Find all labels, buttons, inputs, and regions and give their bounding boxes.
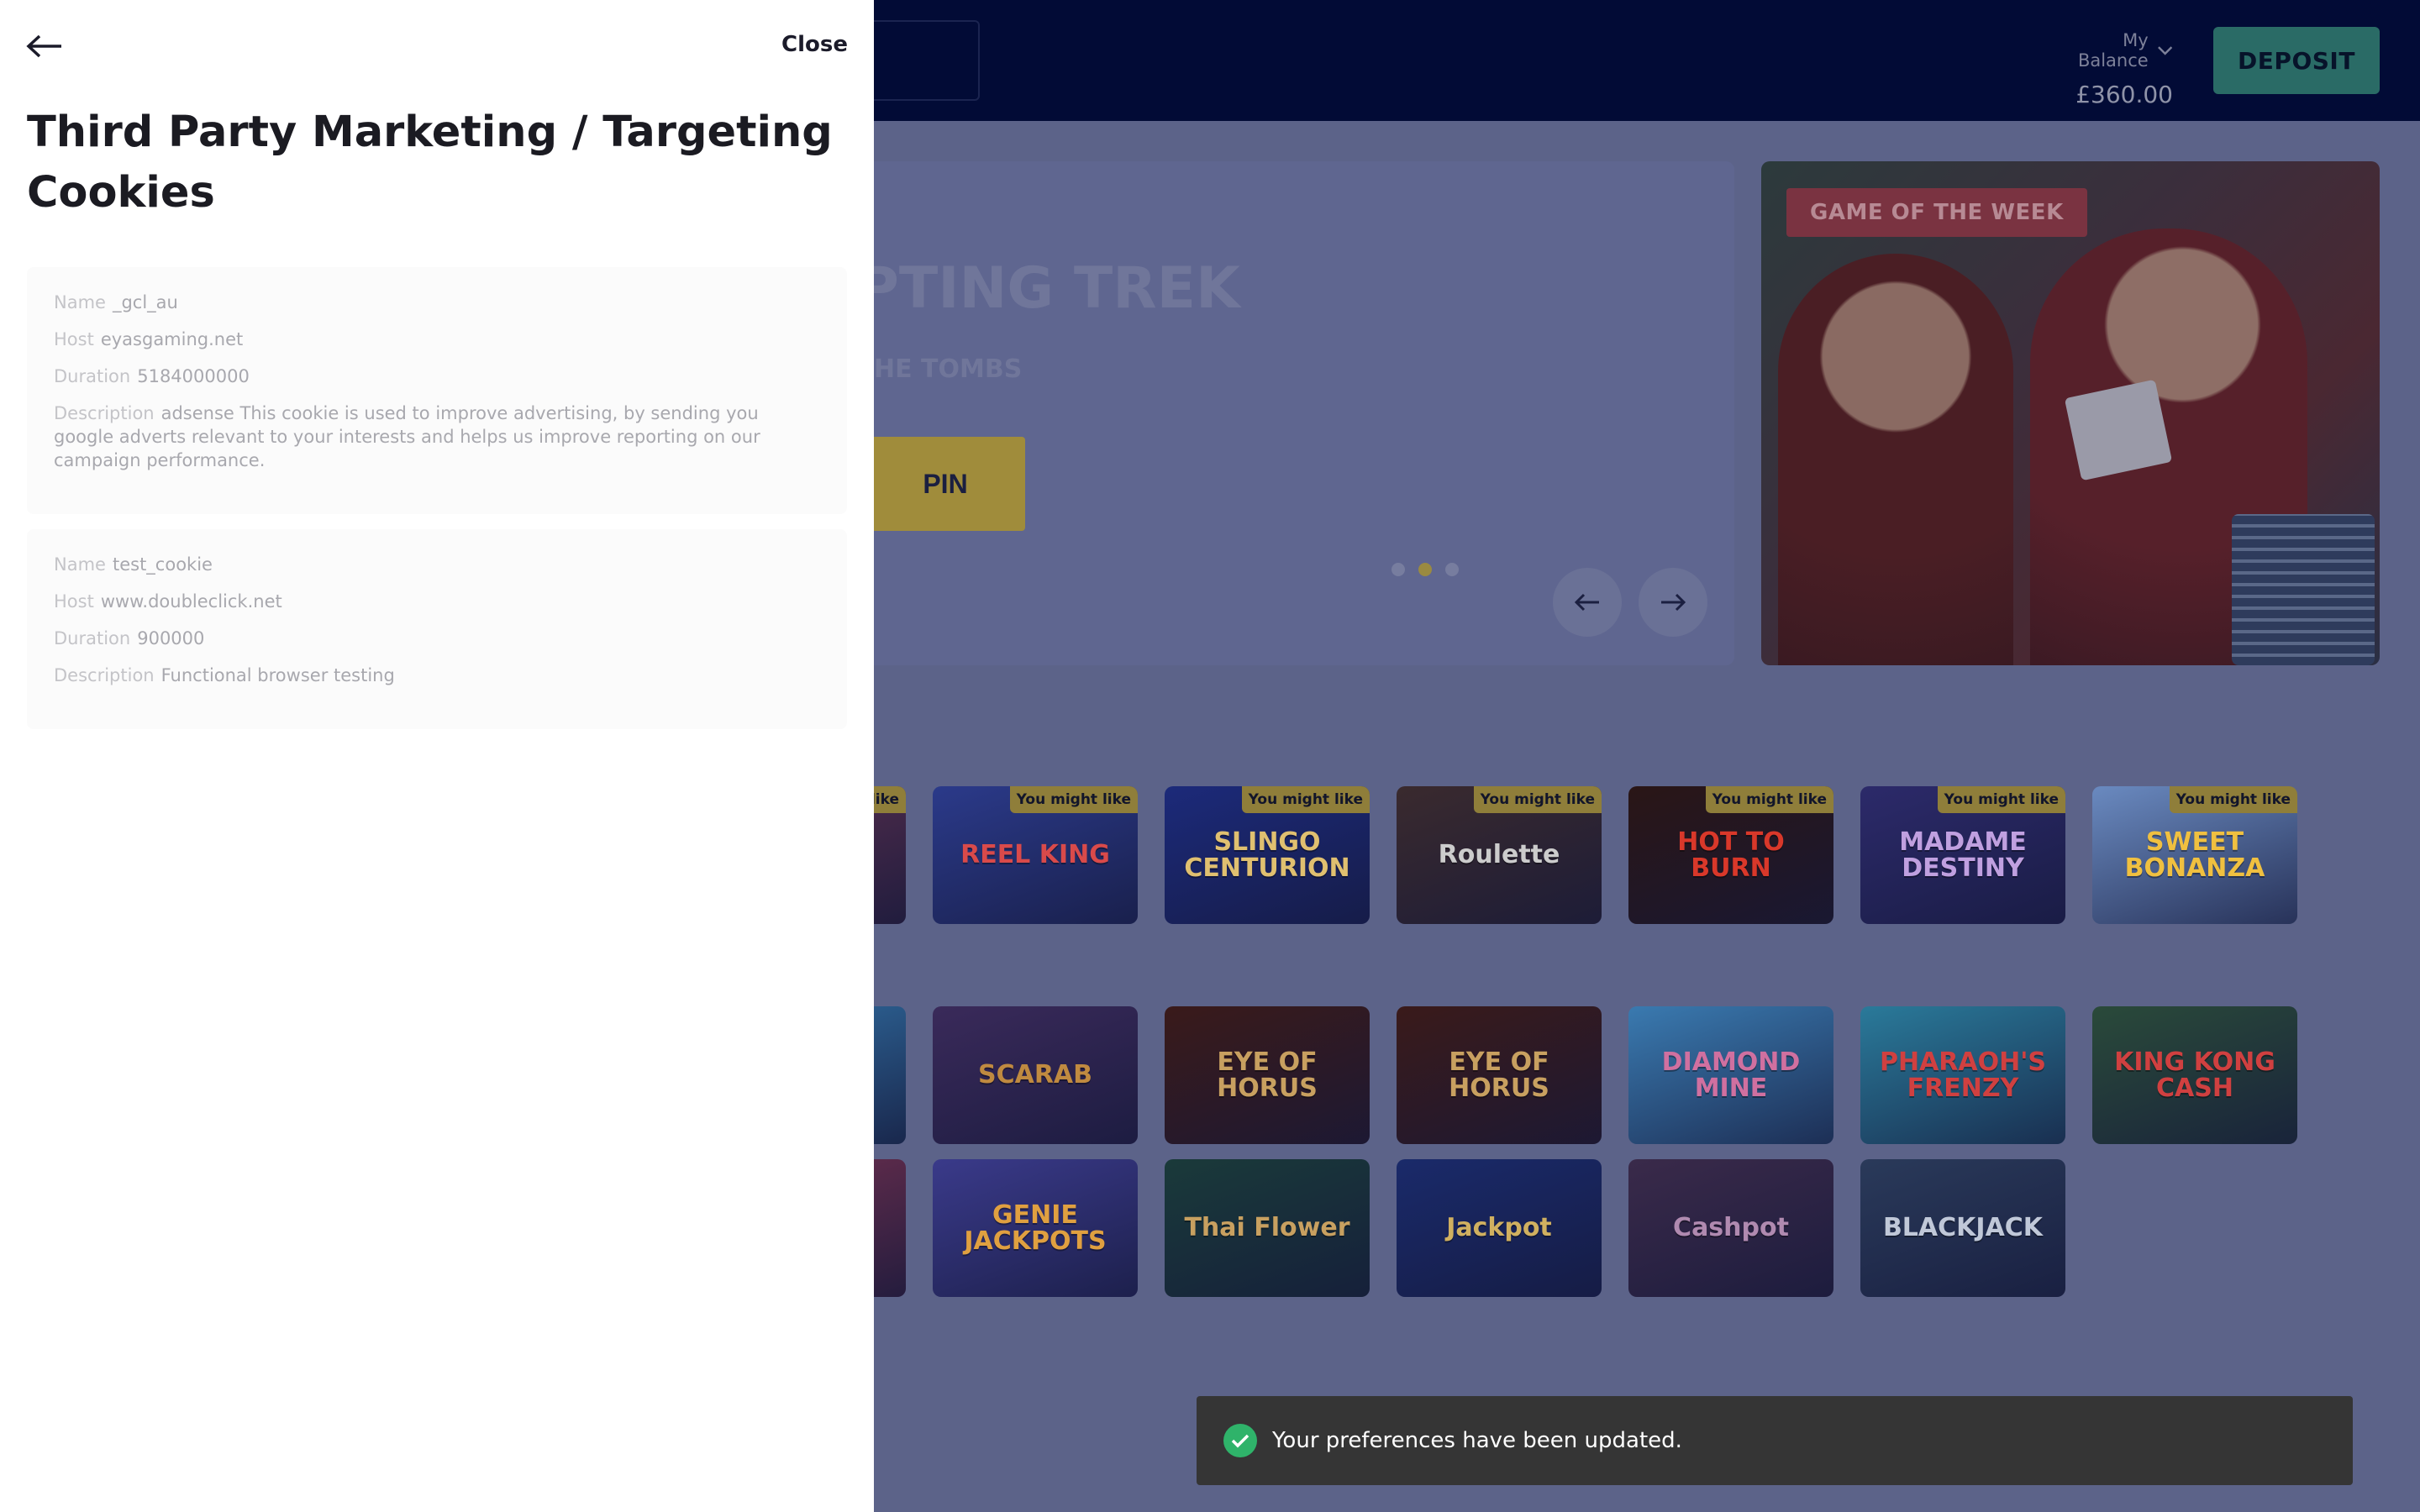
recommendation-badge: You might like xyxy=(1473,786,1602,813)
cookie-name: _gcl_au xyxy=(112,292,178,312)
game-tile[interactable]: Cashpot xyxy=(1628,1159,1833,1297)
toast-message: Your preferences have been updated. xyxy=(1272,1428,1682,1453)
game-tile[interactable]: like xyxy=(874,786,906,924)
game-of-the-week-card[interactable]: GAME OF THE WEEK xyxy=(1761,161,2380,665)
recommendation-badge: You might like xyxy=(1937,786,2065,813)
recommendation-badge: You might like xyxy=(1705,786,1833,813)
hero-subtitle: HE TOMBS xyxy=(874,354,1023,384)
deposit-button[interactable]: DEPOSIT xyxy=(2213,27,2380,94)
game-tile[interactable]: GENIE JACKPOTS xyxy=(933,1159,1138,1297)
game-title: HOT TO BURN xyxy=(1677,827,1785,883)
game-title: Roulette xyxy=(1438,840,1560,870)
cookie-host-label: Host xyxy=(54,591,94,612)
game-tile[interactable]: HOT TO BURN You might like xyxy=(1628,786,1833,924)
cookie-description: Functional browser testing xyxy=(160,665,395,685)
cookie-duration: 900000 xyxy=(137,628,205,648)
hero-spin-button[interactable]: PIN xyxy=(865,437,1025,531)
cookie-card: Name _gcl_au Host eyasgaming.net Duration 5… xyxy=(27,267,847,514)
game-title: Jackpot xyxy=(1446,1213,1552,1243)
cookie-name-label: Name xyxy=(54,554,106,575)
cookie-card: Name test_cookie Host www.doubleclick.net … xyxy=(27,529,847,729)
cookie-host: www.doubleclick.net xyxy=(100,591,282,612)
carousel-prev-button[interactable] xyxy=(1553,568,1622,637)
cookie-duration-label: Duration xyxy=(54,628,131,648)
game-tile[interactable]: BLACKJACK xyxy=(1860,1159,2065,1297)
game-title: Thai Flower xyxy=(1184,1213,1350,1243)
game-tile[interactable]: SCARAB xyxy=(933,1006,1138,1144)
balance-label: My Balance xyxy=(2077,30,2149,71)
game-tile[interactable]: DIAMOND MINE xyxy=(1628,1006,1833,1144)
carousel-dot[interactable] xyxy=(1445,563,1459,576)
game-tile[interactable]: REEL KING You might like xyxy=(933,786,1138,924)
drawer-title: Third Party Marketing / Targeting Cookie… xyxy=(27,108,833,218)
balance-value: £360.00 xyxy=(2075,81,2173,108)
recommendation-badge: You might like xyxy=(2169,786,2297,813)
close-button[interactable]: Close xyxy=(781,32,848,57)
game-title: SCARAB xyxy=(977,1060,1093,1090)
cookie-duration-label: Duration xyxy=(54,366,131,386)
game-tile[interactable]: Thai Flower xyxy=(1165,1159,1370,1297)
game-tile[interactable]: Roulette You might like xyxy=(1397,786,1602,924)
carousel-dot[interactable] xyxy=(1392,563,1405,576)
game-title: Cashpot xyxy=(1673,1213,1789,1243)
cookie-description-label: Description xyxy=(54,665,155,685)
recommendation-badge: like xyxy=(874,786,906,813)
cookie-name-label: Name xyxy=(54,292,106,312)
carousel-next-button[interactable] xyxy=(1639,568,1707,637)
game-tile[interactable]: SLINGO CENTURION You might like xyxy=(1165,786,1370,924)
arrow-left-icon xyxy=(1574,593,1599,612)
arrow-right-icon xyxy=(1661,593,1686,612)
cookie-duration: 5184000000 xyxy=(137,366,250,386)
game-tile[interactable]: Jackpot xyxy=(1397,1159,1602,1297)
game-title: BLACKJACK xyxy=(1882,1213,2044,1243)
dealer-image xyxy=(1778,254,2013,665)
chevron-down-icon xyxy=(2157,46,2172,55)
cookie-description: adsense This cookie is used to improve a… xyxy=(54,403,760,470)
game-title: GENIE JACKPOTS xyxy=(964,1200,1107,1256)
game-title: DIAMOND MINE xyxy=(1661,1047,1801,1103)
game-title: KING KONG CASH xyxy=(2114,1047,2275,1103)
cookie-name: test_cookie xyxy=(112,554,213,575)
arrow-left-icon xyxy=(26,34,61,58)
game-title: EYE OF HORUS xyxy=(1217,1047,1318,1103)
game-tile[interactable]: MADAME DESTINY You might like xyxy=(1860,786,2065,924)
success-toast: Your preferences have been updated. xyxy=(1197,1396,2353,1485)
recommendation-badge: You might like xyxy=(1009,786,1138,813)
cookie-host-label: Host xyxy=(54,329,94,349)
check-circle-icon xyxy=(1223,1424,1257,1457)
cookie-description-label: Description xyxy=(54,403,155,423)
game-of-the-week-badge: GAME OF THE WEEK xyxy=(1786,188,2087,237)
carousel-dot-active[interactable] xyxy=(1418,563,1432,576)
cookie-details-drawer: Close Third Party Marketing / Targeting … xyxy=(0,0,874,1512)
recommendation-badge: You might like xyxy=(1241,786,1370,813)
game-title: SWEET BONANZA xyxy=(2124,827,2265,883)
game-tile[interactable]: SWEET BONANZA You might like xyxy=(2092,786,2297,924)
game-tile[interactable] xyxy=(874,1159,906,1297)
balance-widget[interactable]: My Balance £360.00 xyxy=(2050,30,2173,108)
game-tile[interactable]: EYE OF HORUS xyxy=(1165,1006,1370,1144)
cookie-host: eyasgaming.net xyxy=(100,329,244,349)
back-button[interactable] xyxy=(25,34,64,60)
game-title: PHARAOH'S FRENZY xyxy=(1879,1047,2047,1103)
hero-title: PTING TREK xyxy=(857,255,1240,322)
game-title: SLINGO CENTURION xyxy=(1184,827,1350,883)
game-title: REEL KING xyxy=(960,840,1110,870)
game-tile[interactable] xyxy=(874,1006,906,1144)
game-tile[interactable]: PHARAOH'S FRENZY xyxy=(1860,1006,2065,1144)
game-title: EYE OF HORUS xyxy=(1449,1047,1549,1103)
casino-chips-image xyxy=(2232,514,2375,665)
game-tile[interactable]: EYE OF HORUS xyxy=(1397,1006,1602,1144)
game-tile[interactable]: KING KONG CASH xyxy=(2092,1006,2297,1144)
carousel-dots xyxy=(1392,563,1459,576)
game-title: MADAME DESTINY xyxy=(1899,827,2027,883)
